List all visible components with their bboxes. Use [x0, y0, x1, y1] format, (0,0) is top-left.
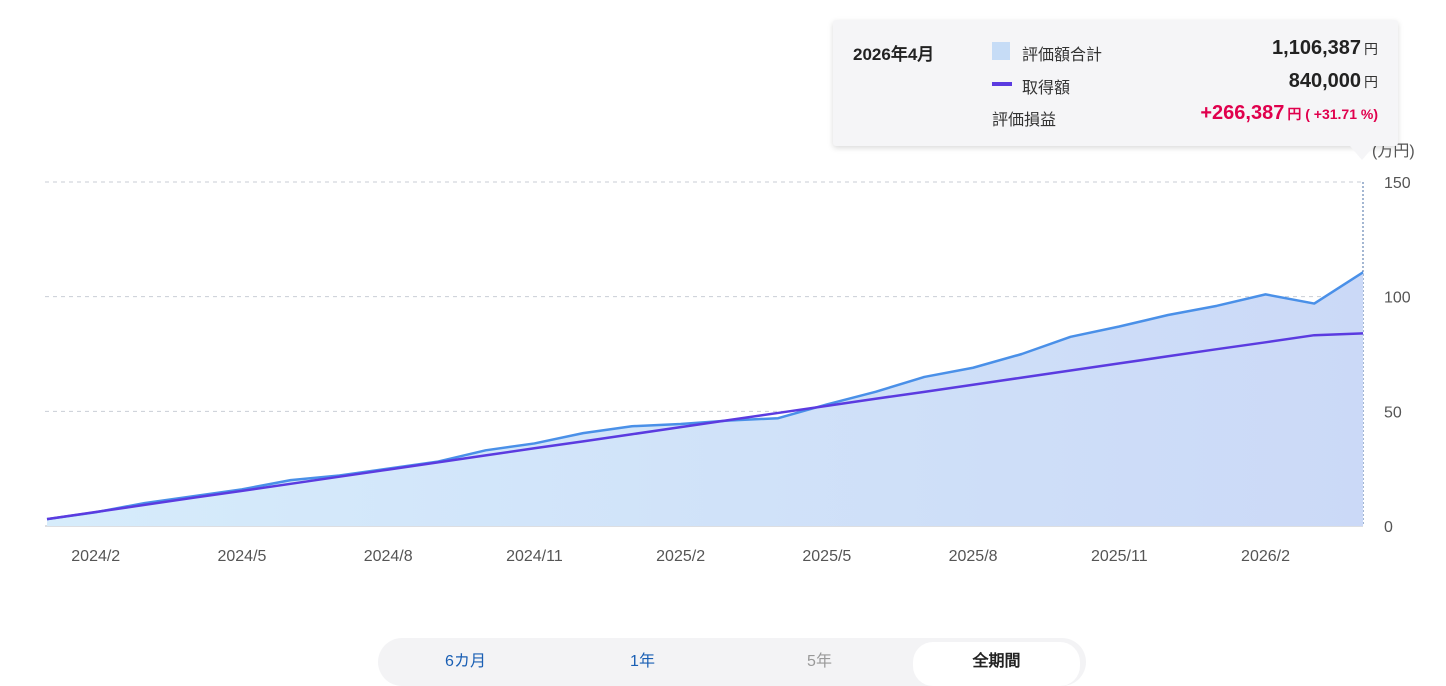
tooltip-row-profit: 評価損益 +266,387 円 ( +31.71 %): [992, 102, 1378, 130]
tooltip-date: 2026年4月: [853, 45, 935, 64]
tooltip-profit-label: 評価損益: [992, 112, 1057, 129]
tab-1-year[interactable]: 1年: [559, 642, 726, 686]
tab-all-period[interactable]: 全期間: [913, 642, 1080, 686]
tooltip-valuation-unit: 円: [1364, 41, 1378, 57]
tooltip-profit-unit: 円 ( +31.71 %): [1287, 106, 1378, 122]
tooltip-profit-value: +266,387: [1200, 102, 1285, 124]
y-tick-label: 50: [1384, 404, 1402, 421]
x-tick-label: 2024/5: [217, 548, 266, 565]
y-tick-label: 100: [1384, 290, 1411, 307]
y-axis-ticks: 150 100 50 0: [1384, 175, 1411, 536]
y-tick-label: 0: [1384, 519, 1393, 536]
tooltip-cost-value: 840,000: [1288, 70, 1361, 92]
data-tooltip: 2026年4月 評価額合計 1,106,387 円 取得額 840,000 円 評価…: [833, 20, 1398, 146]
tooltip-valuation-value: 1,106,387: [1272, 37, 1361, 59]
x-tick-label: 2024/2: [71, 548, 120, 565]
valuation-legend-swatch: [992, 42, 1010, 60]
cost-legend-swatch: [992, 82, 1012, 86]
x-tick-label: 2024/11: [506, 548, 563, 565]
x-tick-label: 2026/2: [1241, 548, 1290, 565]
tab-5-years: 5年: [807, 653, 832, 670]
x-tick-label: 2025/8: [949, 548, 998, 565]
tab-6-months[interactable]: 6カ月: [382, 642, 549, 686]
y-tick-label: 150: [1384, 175, 1411, 192]
x-tick-label: 2025/5: [802, 548, 851, 565]
x-tick-label: 2024/8: [364, 548, 413, 565]
period-tabs: 6カ月 1年 5年 全期間: [378, 638, 1086, 686]
x-tick-label: 2025/2: [656, 548, 705, 565]
tooltip-row-cost: 取得額 840,000 円: [992, 70, 1378, 98]
tooltip-pointer: [1350, 146, 1374, 160]
x-axis-ticks: 2024/2 2024/5 2024/8 2024/11 2025/2 2025/5 202…: [71, 548, 1290, 565]
tooltip-valuation-label: 評価額合計: [1022, 47, 1103, 64]
x-tick-label: 2025/11: [1091, 548, 1148, 565]
tooltip-cost-label: 取得額: [1022, 80, 1071, 97]
tooltip-row-valuation: 評価額合計 1,106,387 円: [992, 37, 1378, 65]
tooltip-cost-unit: 円: [1364, 74, 1378, 90]
